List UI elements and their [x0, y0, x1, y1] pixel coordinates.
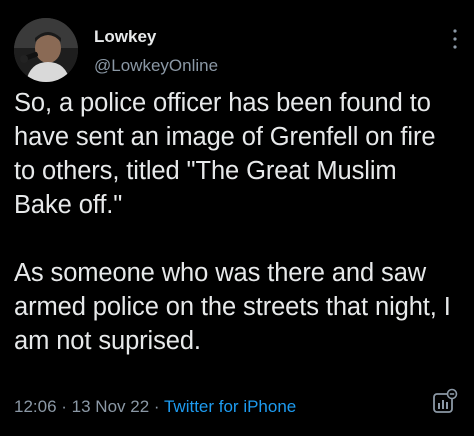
tweet-paragraph: So, a police officer has been found to h… [14, 89, 436, 219]
tweet-time: 12:06 [14, 397, 57, 416]
tweet-source-link[interactable]: Twitter for iPhone [164, 397, 296, 416]
avatar[interactable] [14, 18, 78, 82]
tweet-date: 13 Nov 22 [71, 397, 150, 416]
author-display-name[interactable]: Lowkey [94, 27, 156, 47]
tweet-text: So, a police officer has been found to h… [14, 86, 460, 358]
author-handle[interactable]: @LowkeyOnline [94, 56, 218, 76]
analytics-icon[interactable] [430, 388, 458, 416]
meta-separator: · [56, 397, 72, 416]
avatar-photo [14, 18, 78, 82]
tweet-paragraph: As someone who was there and saw armed p… [14, 259, 451, 355]
tweet-meta: 12:06 · 13 Nov 22 · Twitter for iPhone [14, 397, 296, 417]
more-vertical-icon[interactable] [450, 28, 460, 50]
meta-separator: · [149, 397, 164, 416]
